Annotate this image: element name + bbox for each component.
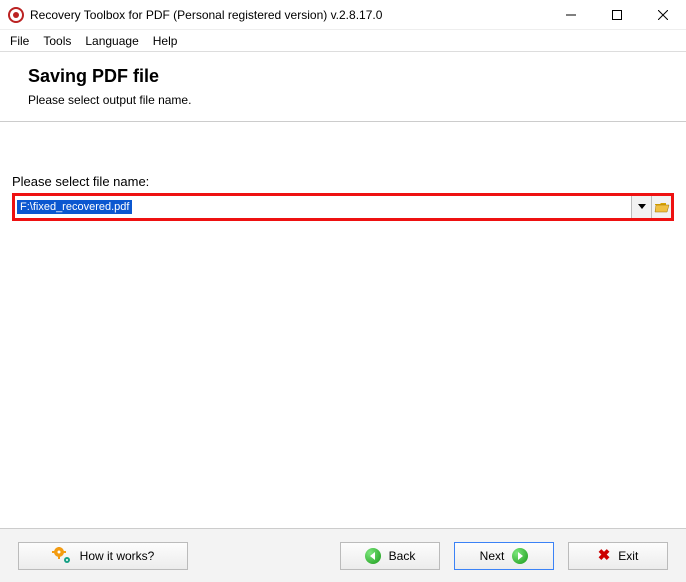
menu-tools[interactable]: Tools [43,34,71,48]
maximize-button[interactable] [594,0,640,30]
content-area: Please select file name: F:\fixed_recove… [0,122,686,221]
file-input-row: F:\fixed_recovered.pdf [12,193,674,221]
footer: How it works? Back Next ✖ Exit [0,528,686,582]
menu-file[interactable]: File [10,34,29,48]
exit-button[interactable]: ✖ Exit [568,542,668,570]
next-label: Next [480,549,505,563]
titlebar: Recovery Toolbox for PDF (Personal regis… [0,0,686,30]
menu-language[interactable]: Language [85,34,138,48]
folder-open-icon [654,200,670,214]
app-icon [8,7,24,23]
page-header: Saving PDF file Please select output fil… [0,52,686,122]
window-controls [548,0,686,30]
dropdown-button[interactable] [631,196,651,218]
exit-label: Exit [618,549,638,563]
menubar: File Tools Language Help [0,30,686,52]
page-title: Saving PDF file [28,66,658,87]
chevron-down-icon [638,204,646,210]
back-button[interactable]: Back [340,542,440,570]
next-button[interactable]: Next [454,542,554,570]
file-label: Please select file name: [12,174,674,189]
file-path-input[interactable]: F:\fixed_recovered.pdf [15,196,631,218]
arrow-left-icon [365,548,381,564]
minimize-button[interactable] [548,0,594,30]
how-it-works-button[interactable]: How it works? [18,542,188,570]
close-icon: ✖ [598,548,611,563]
window-title: Recovery Toolbox for PDF (Personal regis… [30,8,548,22]
browse-button[interactable] [651,196,671,218]
menu-help[interactable]: Help [153,34,178,48]
arrow-right-icon [512,548,528,564]
file-path-value: F:\fixed_recovered.pdf [17,200,132,214]
gears-icon [52,547,72,565]
back-label: Back [389,549,416,563]
close-button[interactable] [640,0,686,30]
how-it-works-label: How it works? [80,549,155,563]
page-subtitle: Please select output file name. [28,93,658,107]
